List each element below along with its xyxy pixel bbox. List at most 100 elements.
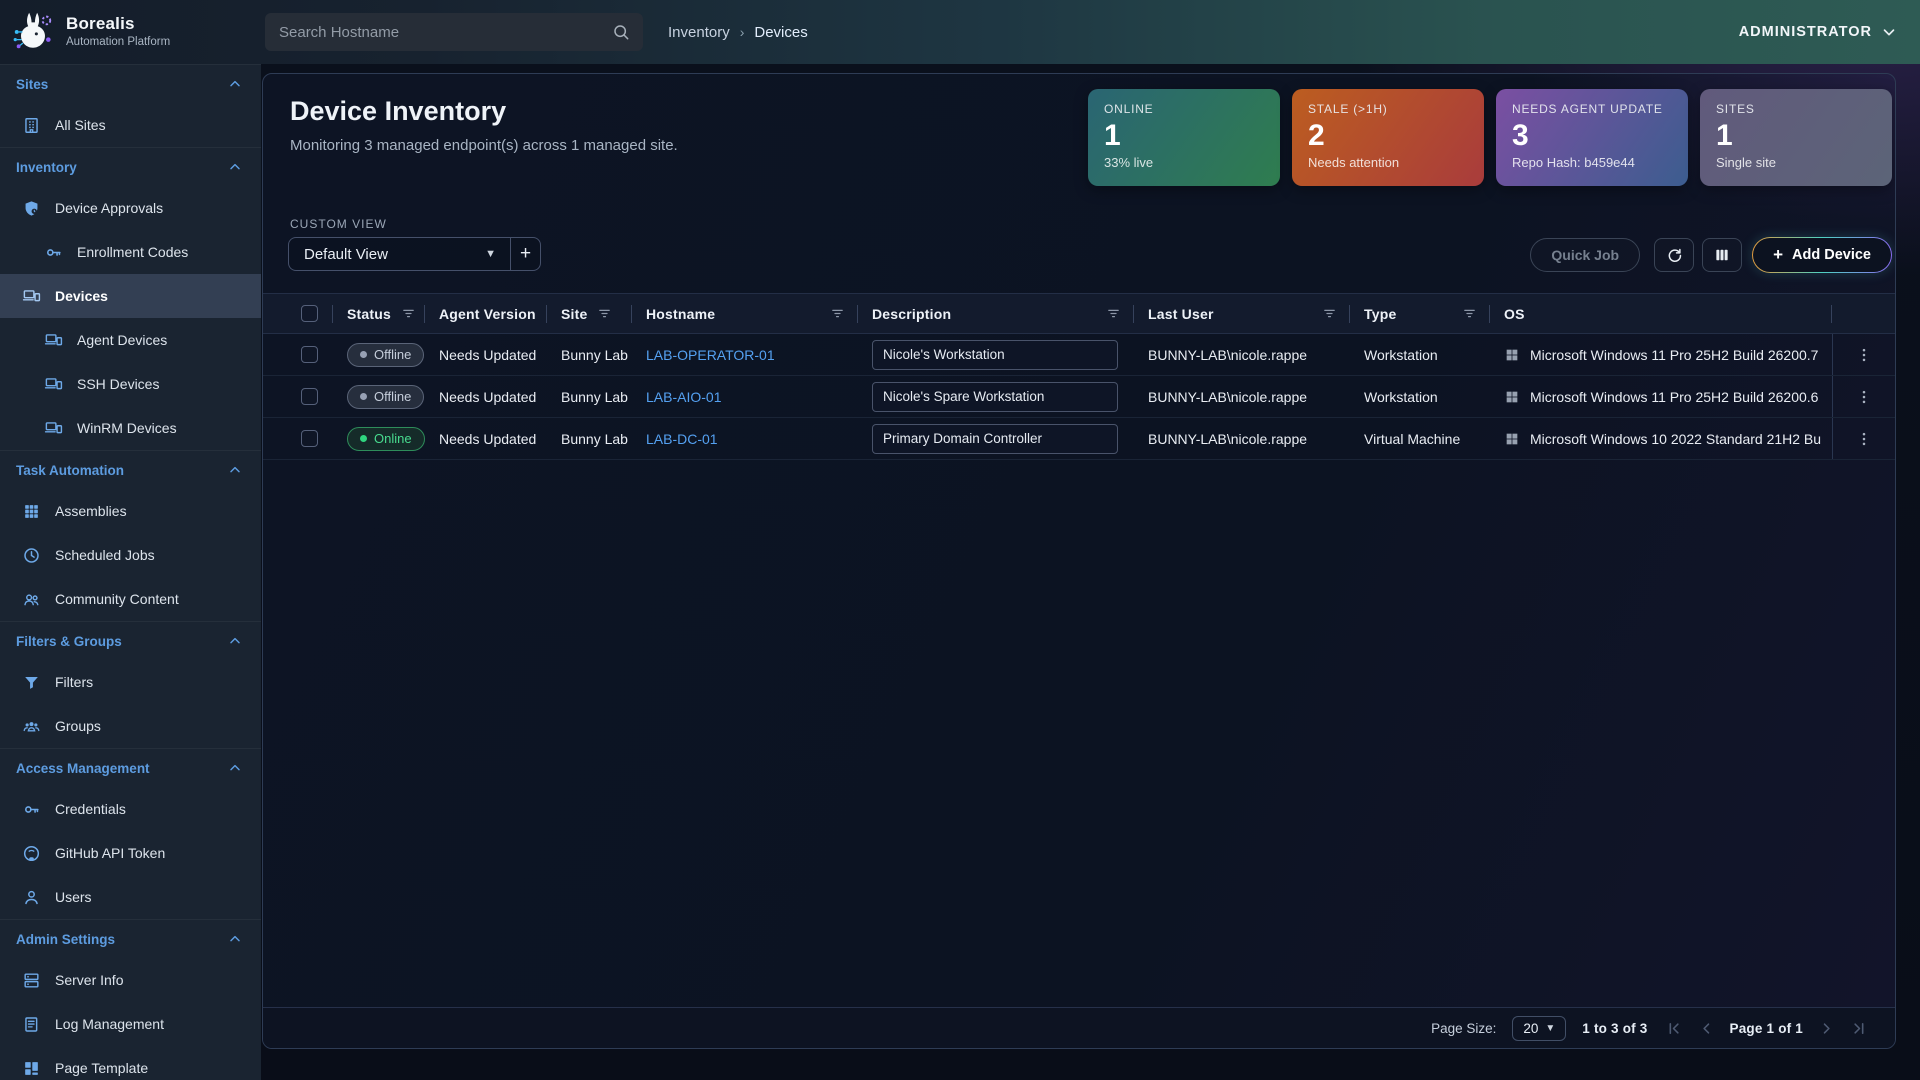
sidebar-item-label: Community Content: [55, 591, 179, 607]
row-checkbox[interactable]: [301, 430, 318, 447]
sidebar-item-log-management[interactable]: Log Management: [0, 1002, 261, 1046]
sidebar-section-admin-settings[interactable]: Admin Settings: [0, 920, 261, 958]
row-checkbox[interactable]: [301, 346, 318, 363]
sidebar-item-winrm-devices[interactable]: WinRM Devices: [0, 406, 261, 450]
sidebar-item-ssh-devices[interactable]: SSH Devices: [0, 362, 261, 406]
page-size-select[interactable]: 20 ▼: [1512, 1016, 1566, 1041]
last-user-cell: BUNNY-LAB\nicole.rappe: [1148, 431, 1307, 447]
add-view-button[interactable]: +: [510, 237, 541, 271]
description-input[interactable]: [872, 340, 1118, 370]
previous-page-button[interactable]: [1697, 1019, 1716, 1038]
description-input[interactable]: [872, 424, 1118, 454]
sidebar-item-credentials[interactable]: Credentials: [0, 787, 261, 831]
sidebar-section-inventory[interactable]: Inventory: [0, 148, 261, 186]
sidebar-section-sites[interactable]: Sites: [0, 65, 261, 103]
row-range-text: 1 to 3 of 3: [1582, 1021, 1647, 1036]
last-user-cell: BUNNY-LAB\nicole.rappe: [1148, 389, 1307, 405]
filter-icon[interactable]: [829, 306, 846, 321]
last-page-button[interactable]: [1850, 1019, 1869, 1038]
sidebar-item-label: Device Approvals: [55, 200, 163, 216]
next-page-icon: [1817, 1019, 1836, 1038]
column-settings-button[interactable]: [1702, 238, 1742, 272]
sidebar-item-enrollment-codes[interactable]: Enrollment Codes: [0, 230, 261, 274]
stat-label: STALE (>1H): [1308, 102, 1468, 116]
row-checkbox[interactable]: [301, 388, 318, 405]
brand: Borealis Automation Platform: [10, 8, 170, 54]
chevron-up-icon: [227, 462, 243, 478]
add-device-button[interactable]: + Add Device: [1752, 237, 1892, 273]
page-number-text: Page 1 of 1: [1730, 1021, 1803, 1036]
breadcrumb-separator: ›: [740, 24, 745, 40]
type-cell: Workstation: [1364, 389, 1438, 405]
sidebar-section-task-automation[interactable]: Task Automation: [0, 451, 261, 489]
page-title: Device Inventory: [290, 96, 506, 127]
devices-icon: [22, 287, 41, 306]
hostname-link[interactable]: LAB-AIO-01: [646, 389, 721, 405]
sidebar-item-assemblies[interactable]: Assemblies: [0, 489, 261, 533]
user-menu[interactable]: ADMINISTRATOR: [1739, 0, 1898, 64]
kebab-icon: [1855, 346, 1873, 364]
filter-icon[interactable]: [1461, 306, 1478, 321]
kebab-icon: [1855, 388, 1873, 406]
windows-icon: [1504, 431, 1520, 447]
refresh-button[interactable]: [1654, 238, 1694, 272]
breadcrumb: Inventory › Devices: [668, 0, 808, 64]
groups-icon: [22, 717, 41, 736]
breadcrumb-item-inventory[interactable]: Inventory: [668, 24, 730, 41]
sidebar-item-filters[interactable]: Filters: [0, 660, 261, 704]
key-icon: [22, 800, 41, 819]
view-selector-value: Default View: [304, 246, 388, 263]
brand-name: Borealis: [66, 14, 170, 34]
stat-subtext: Single site: [1716, 155, 1876, 170]
sidebar-item-label: Devices: [55, 288, 108, 304]
filter-icon[interactable]: [596, 306, 613, 321]
column-header-hostname: Hostname: [646, 306, 715, 322]
first-page-button[interactable]: [1664, 1019, 1683, 1038]
view-selector-dropdown[interactable]: Default View ▼: [288, 237, 510, 271]
search-icon[interactable]: [611, 22, 631, 42]
filter-icon[interactable]: [400, 306, 417, 321]
sidebar-section-access-management[interactable]: Access Management: [0, 749, 261, 787]
sidebar-item-label: Log Management: [55, 1016, 164, 1032]
select-all-checkbox[interactable]: [301, 305, 318, 322]
agent-version-cell: Needs Updated: [439, 431, 536, 447]
sidebar-item-agent-devices[interactable]: Agent Devices: [0, 318, 261, 362]
clock-icon: [22, 546, 41, 565]
stat-subtext: Needs attention: [1308, 155, 1468, 170]
sidebar-item-page-template[interactable]: Page Template: [0, 1046, 261, 1080]
quick-job-button[interactable]: Quick Job: [1530, 238, 1640, 272]
sidebar-item-device-approvals[interactable]: Device Approvals: [0, 186, 261, 230]
stat-card-needs-agent-update: NEEDS AGENT UPDATE 3 Repo Hash: b459e44: [1496, 89, 1688, 186]
device-inventory-panel: Device Inventory Monitoring 3 managed en…: [262, 73, 1896, 1049]
type-cell: Workstation: [1364, 347, 1438, 363]
agent-version-cell: Needs Updated: [439, 347, 536, 363]
stat-subtext: Repo Hash: b459e44: [1512, 155, 1672, 170]
hostname-link[interactable]: LAB-OPERATOR-01: [646, 347, 775, 363]
sidebar-item-community-content[interactable]: Community Content: [0, 577, 261, 621]
sidebar-item-devices[interactable]: Devices: [0, 274, 261, 318]
sidebar-section-filters-groups[interactable]: Filters & Groups: [0, 622, 261, 660]
next-page-button[interactable]: [1817, 1019, 1836, 1038]
table-header-row: Status Agent Version Site Hostname Descr…: [263, 293, 1895, 334]
sidebar-item-server-info[interactable]: Server Info: [0, 958, 261, 1002]
stat-card-sites: SITES 1 Single site: [1700, 89, 1892, 186]
filter-icon[interactable]: [1105, 306, 1122, 321]
chevron-up-icon: [227, 159, 243, 175]
sidebar-item-groups[interactable]: Groups: [0, 704, 261, 748]
sidebar-item-all-sites[interactable]: All Sites: [0, 103, 261, 147]
sidebar-item-users[interactable]: Users: [0, 875, 261, 919]
row-menu-button[interactable]: [1849, 424, 1879, 454]
row-menu-button[interactable]: [1849, 382, 1879, 412]
sidebar-item-label: Filters: [55, 674, 93, 690]
search-input[interactable]: [279, 24, 611, 41]
filter-icon[interactable]: [1321, 306, 1338, 321]
hostname-link[interactable]: LAB-DC-01: [646, 431, 718, 447]
brand-subtitle: Automation Platform: [66, 36, 170, 48]
sidebar-item-github-api-token[interactable]: GitHub API Token: [0, 831, 261, 875]
description-input[interactable]: [872, 382, 1118, 412]
breadcrumb-item-devices[interactable]: Devices: [754, 24, 807, 41]
main-content: Device Inventory Monitoring 3 managed en…: [261, 64, 1920, 1080]
column-header-os: OS: [1504, 306, 1525, 322]
row-menu-button[interactable]: [1849, 340, 1879, 370]
sidebar-item-scheduled-jobs[interactable]: Scheduled Jobs: [0, 533, 261, 577]
